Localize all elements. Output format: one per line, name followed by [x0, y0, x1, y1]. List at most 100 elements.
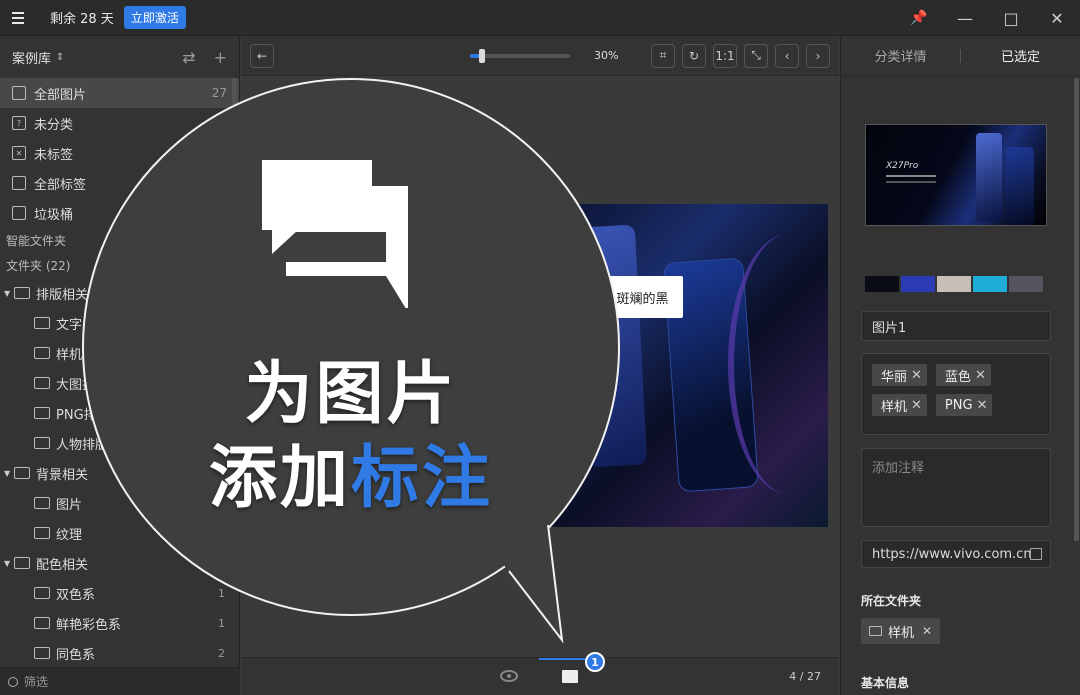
expand-arrow-icon[interactable]: ▼ — [4, 469, 14, 478]
tab-selected[interactable]: 已选定 — [961, 46, 1080, 65]
folder-icon — [34, 377, 50, 389]
tag-chip[interactable]: PNG ✕ — [935, 394, 993, 416]
thumbnail-title: X27Pro — [886, 161, 919, 171]
swap-icon[interactable]: ⇄ — [182, 48, 195, 67]
url-text: https://www.vivo.com.cn — [872, 546, 1032, 562]
tags-field[interactable]: 华丽 ✕ 蓝色 ✕ 样机 ✕ PNG ✕ — [861, 353, 1051, 435]
thumbnail-line — [886, 175, 936, 177]
folder-count: 2 — [218, 646, 225, 660]
annotation-count-badge: 1 — [585, 652, 605, 672]
basic-info-label: 基本信息 — [861, 676, 910, 690]
folder-two-tone[interactable]: 双色系 1 — [0, 578, 239, 608]
expand-arrow-icon[interactable]: ▼ — [4, 559, 14, 568]
remove-tag-icon[interactable]: ✕ — [911, 398, 922, 413]
folder-label: 背景相关 — [36, 467, 89, 483]
prev-icon[interactable]: ‹ — [775, 43, 799, 68]
folder-vivid[interactable]: 鲜艳彩色系 1 — [0, 608, 239, 638]
add-icon[interactable]: + — [214, 48, 227, 67]
folder-icon — [34, 347, 50, 359]
next-icon[interactable]: › — [806, 43, 830, 68]
comment-icon[interactable] — [562, 670, 578, 683]
filter-placeholder: 筛选 — [24, 675, 49, 689]
folder-icon — [34, 317, 50, 329]
activate-button[interactable]: 立即激活 — [123, 6, 186, 29]
sidebar-item-label: 全部图片 — [34, 87, 87, 103]
library-name: 案例库 — [12, 51, 52, 67]
menu-icon[interactable] — [0, 0, 36, 36]
tag-chip[interactable]: 华丽 ✕ — [872, 364, 927, 386]
viewer-bottom-bar: 1 4 / 27 — [241, 652, 839, 695]
library-selector[interactable]: 案例库 ⇕ ⇄ + — [0, 36, 239, 78]
untagged-icon: ✕ — [12, 146, 26, 160]
tag-label: 样机 — [881, 399, 908, 415]
folder-icon — [14, 467, 30, 479]
folder-count: 1 — [218, 616, 225, 630]
expand-arrow-icon[interactable]: ▼ — [4, 289, 14, 298]
folder-label: 纹理 — [56, 527, 83, 543]
details-scrollbar[interactable] — [1074, 78, 1079, 541]
folder-chip[interactable]: 样机 ✕ — [861, 618, 941, 644]
palette-swatch[interactable] — [973, 276, 1007, 292]
folder-icon — [34, 497, 50, 509]
actual-size-button[interactable]: 1:1 — [713, 43, 737, 68]
filter-input[interactable]: 筛选 — [0, 667, 240, 695]
zoom-slider-knob[interactable] — [479, 48, 485, 63]
fit-icon[interactable]: ⤡ — [744, 43, 768, 68]
zoom-slider[interactable] — [470, 48, 570, 63]
sidebar-item-label: 垃圾桶 — [34, 207, 74, 223]
trial-days-text: 剩余 28 天 — [50, 12, 114, 27]
crop-icon[interactable]: ⌗ — [651, 43, 675, 68]
tag-chip[interactable]: 样机 ✕ — [872, 394, 927, 416]
palette-swatch[interactable] — [1009, 276, 1043, 292]
thumbnail-phone — [1006, 147, 1034, 225]
folder-label: 双色系 — [56, 587, 96, 603]
sidebar-item-label: 全部标签 — [34, 177, 87, 193]
back-arrow-icon[interactable]: ← — [250, 43, 274, 68]
tag-chip[interactable]: 蓝色 ✕ — [935, 364, 991, 386]
remove-tag-icon[interactable]: ✕ — [911, 368, 922, 383]
color-palette — [865, 276, 1043, 292]
note-field[interactable]: 添加注释 — [861, 448, 1051, 527]
eye-icon[interactable] — [500, 670, 518, 682]
open-link-icon[interactable] — [1030, 548, 1042, 560]
remove-tag-icon[interactable]: ✕ — [977, 398, 988, 413]
tag-label: PNG — [944, 397, 973, 413]
folder-label: 图片 — [56, 497, 83, 513]
overlay-headline-part1: 添加 — [208, 439, 351, 518]
sidebar-item-all-images[interactable]: 全部图片 27 — [0, 78, 239, 108]
thumbnail-line — [886, 181, 936, 183]
palette-swatch[interactable] — [937, 276, 971, 292]
folder-icon — [14, 287, 30, 299]
pin-icon[interactable]: 📌 — [896, 0, 942, 36]
folder-icon — [34, 587, 50, 599]
chevron-updown-icon: ⇕ — [56, 51, 65, 63]
folder-label: 配色相关 — [36, 557, 89, 573]
palette-swatch[interactable] — [901, 276, 935, 292]
thumbnail-image[interactable]: X27Pro — [865, 124, 1047, 226]
folder-icon — [34, 407, 50, 419]
folder-same-hue[interactable]: 同色系 2 — [0, 638, 239, 668]
search-icon — [8, 676, 18, 687]
rotate-icon[interactable]: ↻ — [682, 43, 706, 68]
image-name-field[interactable]: 图片1 — [861, 311, 1051, 341]
url-field[interactable]: https://www.vivo.com.cn — [861, 540, 1051, 568]
folder-section-label: 所在文件夹 — [861, 594, 922, 608]
tag-icon — [12, 176, 26, 190]
tab-details[interactable]: 分类详情 — [841, 46, 960, 65]
page-counter: 4 / 27 — [789, 670, 821, 683]
folder-label: 文字 — [56, 317, 83, 333]
remove-tag-icon[interactable]: ✕ — [975, 368, 986, 383]
close-icon[interactable]: ✕ — [1034, 0, 1080, 36]
folder-icon — [34, 437, 50, 449]
sidebar-item-label: 未分类 — [34, 117, 74, 133]
tag-label: 华丽 — [881, 369, 908, 385]
folder-icon — [869, 626, 882, 636]
chat-bubbles-icon — [262, 160, 408, 308]
thumbnail-phone — [976, 133, 1002, 221]
remove-folder-icon[interactable]: ✕ — [922, 624, 932, 638]
minimize-icon[interactable]: — — [942, 0, 988, 36]
overlay-headline-line2: 添加标注 — [82, 422, 620, 521]
palette-swatch[interactable] — [865, 276, 899, 292]
folder-chip-label: 样机 — [888, 625, 915, 641]
maximize-icon[interactable]: □ — [988, 0, 1034, 36]
